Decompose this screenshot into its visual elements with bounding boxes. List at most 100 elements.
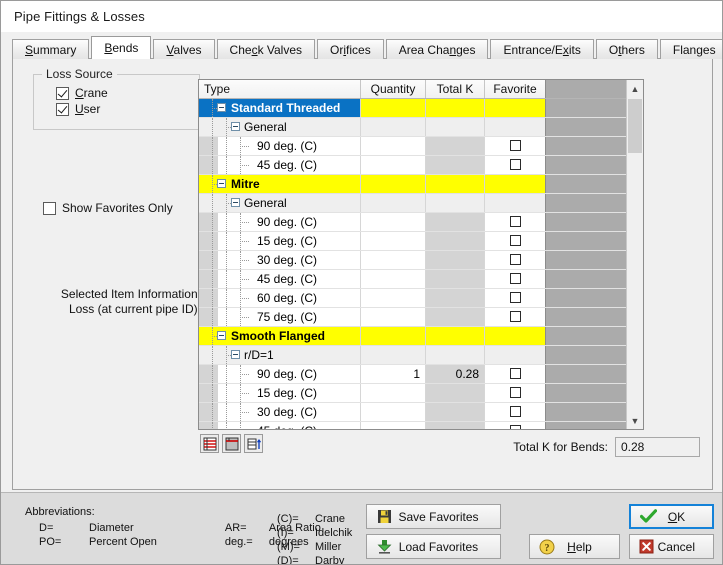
cell-type[interactable]: 30 deg. (C): [199, 251, 361, 269]
collapse-all-icon[interactable]: [222, 434, 241, 453]
tree-expander-icon[interactable]: [231, 350, 240, 359]
favorite-checkbox[interactable]: [509, 273, 521, 285]
cancel-button[interactable]: Cancel: [629, 534, 714, 559]
favorite-checkbox[interactable]: [509, 387, 521, 399]
cell-quantity[interactable]: 1: [361, 365, 426, 383]
table-row[interactable]: 90 deg. (C): [199, 137, 627, 156]
cell-type[interactable]: 15 deg. (C): [199, 384, 361, 402]
cell-favorite[interactable]: [485, 403, 546, 421]
table-row[interactable]: 30 deg. (C): [199, 403, 627, 422]
cell-type[interactable]: Mitre: [199, 175, 361, 193]
favorite-checkbox[interactable]: [509, 140, 521, 152]
ok-button[interactable]: OK: [629, 504, 714, 529]
cell-quantity[interactable]: [361, 213, 426, 231]
cell-favorite[interactable]: [485, 346, 546, 364]
cell-favorite[interactable]: [485, 327, 546, 345]
cell-favorite[interactable]: [485, 251, 546, 269]
cell-quantity[interactable]: [361, 156, 426, 174]
cell-type[interactable]: Standard Threaded: [199, 99, 361, 117]
cell-type[interactable]: 90 deg. (C): [199, 365, 361, 383]
cell-favorite[interactable]: [485, 175, 546, 193]
scroll-down-icon[interactable]: ▼: [627, 412, 643, 429]
cell-quantity[interactable]: [361, 422, 426, 429]
cell-quantity[interactable]: [361, 289, 426, 307]
cell-favorite[interactable]: [485, 156, 546, 174]
tab-check-valves[interactable]: Check Valves: [216, 39, 316, 59]
cell-quantity[interactable]: [361, 327, 426, 345]
cell-quantity[interactable]: [361, 251, 426, 269]
loss-source-option-user[interactable]: User: [34, 102, 199, 116]
show-favorites-only-box[interactable]: [43, 201, 56, 215]
cell-type[interactable]: 60 deg. (C): [199, 289, 361, 307]
column-header-quantity[interactable]: Quantity: [361, 80, 426, 98]
tree-expander-icon[interactable]: [217, 179, 226, 188]
table-row[interactable]: General: [199, 118, 627, 137]
load-favorites-button[interactable]: Load Favorites: [366, 534, 501, 559]
table-row[interactable]: 15 deg. (C): [199, 232, 627, 251]
favorite-checkbox[interactable]: [509, 311, 521, 323]
help-button[interactable]: ? Help: [529, 534, 620, 559]
tree-expander-icon[interactable]: [231, 198, 240, 207]
cell-favorite[interactable]: [485, 384, 546, 402]
cell-type[interactable]: r/D=1: [199, 346, 361, 364]
cell-favorite[interactable]: [485, 99, 546, 117]
cell-favorite[interactable]: [485, 365, 546, 383]
table-row[interactable]: 30 deg. (C): [199, 251, 627, 270]
cell-favorite[interactable]: [485, 270, 546, 288]
tab-summary[interactable]: Summary: [12, 39, 90, 59]
cell-quantity[interactable]: [361, 118, 426, 136]
favorite-checkbox[interactable]: [509, 216, 521, 228]
cell-type[interactable]: 15 deg. (C): [199, 232, 361, 250]
cell-quantity[interactable]: [361, 232, 426, 250]
favorite-checkbox[interactable]: [509, 292, 521, 304]
table-row[interactable]: General: [199, 194, 627, 213]
cell-type[interactable]: 90 deg. (C): [199, 213, 361, 231]
tab-area-changes[interactable]: Area Changes: [385, 39, 489, 59]
table-row[interactable]: r/D=1: [199, 346, 627, 365]
favorite-checkbox[interactable]: [509, 235, 521, 247]
favorite-checkbox[interactable]: [509, 254, 521, 266]
table-row[interactable]: 90 deg. (C) 1 0.28: [199, 365, 627, 384]
cell-quantity[interactable]: [361, 384, 426, 402]
cell-quantity[interactable]: [361, 99, 426, 117]
checkbox-crane[interactable]: [56, 86, 69, 100]
tree-expander-icon[interactable]: [217, 331, 226, 340]
table-row[interactable]: Standard Threaded: [199, 99, 627, 118]
cell-favorite[interactable]: [485, 213, 546, 231]
cell-type[interactable]: 30 deg. (C): [199, 403, 361, 421]
cell-quantity[interactable]: [361, 175, 426, 193]
tab-others[interactable]: Others: [595, 39, 658, 59]
table-row[interactable]: Mitre: [199, 175, 627, 194]
sort-up-icon[interactable]: [244, 434, 263, 453]
tab-valves[interactable]: Valves: [153, 39, 215, 59]
favorite-checkbox[interactable]: [509, 406, 521, 418]
tree-expander-icon[interactable]: [217, 103, 226, 112]
cell-type[interactable]: 90 deg. (C): [199, 137, 361, 155]
favorite-checkbox[interactable]: [509, 368, 521, 380]
cell-quantity[interactable]: [361, 308, 426, 326]
cell-quantity[interactable]: [361, 270, 426, 288]
scrollbar-thumb[interactable]: [628, 99, 642, 153]
save-favorites-button[interactable]: Save Favorites: [366, 504, 501, 529]
cell-type[interactable]: 45 deg. (C): [199, 422, 361, 429]
tab-orifices[interactable]: Orifices: [317, 39, 384, 59]
loss-source-option-crane[interactable]: Crane: [34, 86, 199, 100]
table-row[interactable]: 45 deg. (C): [199, 422, 627, 429]
column-header-type[interactable]: Type: [199, 80, 361, 98]
table-row[interactable]: 45 deg. (C): [199, 156, 627, 175]
cell-type[interactable]: 45 deg. (C): [199, 156, 361, 174]
cell-quantity[interactable]: [361, 346, 426, 364]
tab-bends[interactable]: Bends: [91, 36, 152, 59]
scroll-up-icon[interactable]: ▲: [627, 80, 643, 97]
table-row[interactable]: 15 deg. (C): [199, 384, 627, 403]
cell-type[interactable]: General: [199, 118, 361, 136]
table-row[interactable]: 45 deg. (C): [199, 270, 627, 289]
table-row[interactable]: Smooth Flanged: [199, 327, 627, 346]
favorite-checkbox[interactable]: [509, 425, 521, 429]
cell-quantity[interactable]: [361, 403, 426, 421]
expand-all-icon[interactable]: [200, 434, 219, 453]
tab-flanges[interactable]: Flanges: [659, 39, 722, 59]
cell-type[interactable]: General: [199, 194, 361, 212]
grid-vertical-scrollbar[interactable]: ▲ ▼: [626, 80, 643, 429]
column-header-favorite[interactable]: Favorite: [485, 80, 546, 98]
